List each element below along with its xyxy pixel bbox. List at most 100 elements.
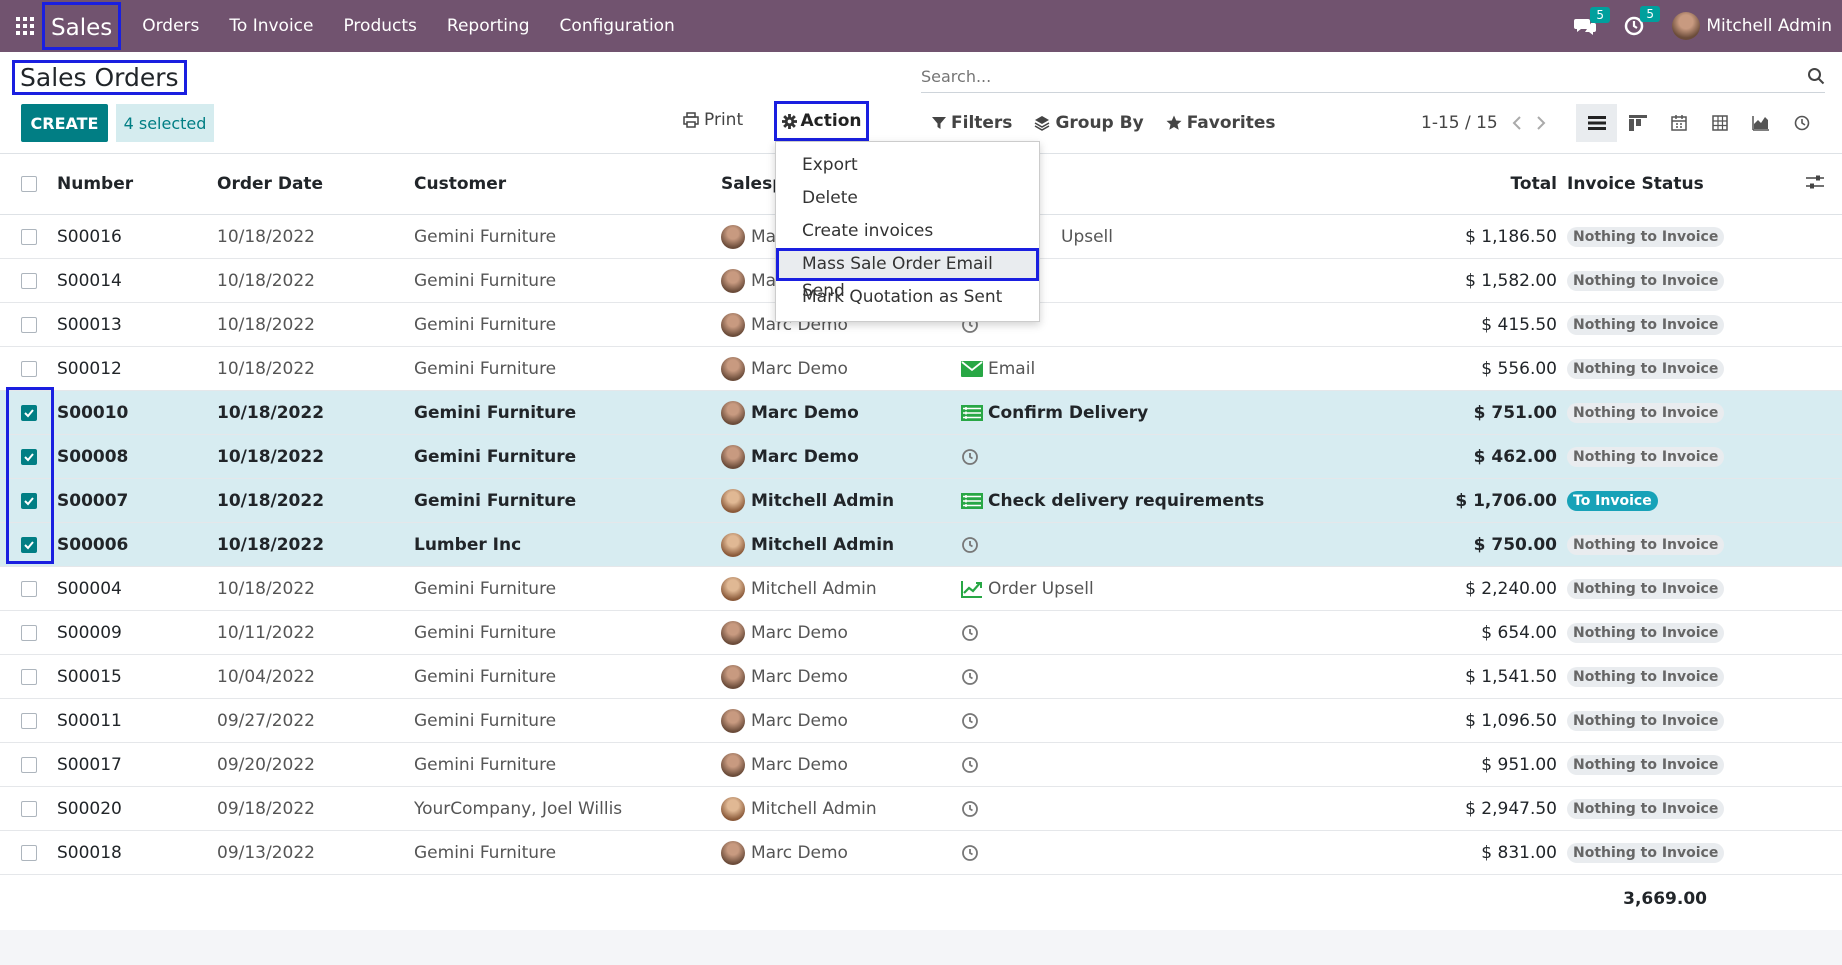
activities-button[interactable]: 5 (1624, 6, 1660, 36)
user-name[interactable]: Mitchell Admin (1706, 16, 1832, 36)
menu-to-invoice[interactable]: To Invoice (229, 16, 313, 36)
table-row[interactable]: S00020 09/18/2022 YourCompany, Joel Willis… (0, 787, 1842, 831)
clock-icon[interactable] (961, 756, 979, 774)
activity-view-icon[interactable] (1781, 104, 1822, 142)
salesperson-avatar (721, 356, 745, 381)
row-checkbox[interactable] (20, 800, 37, 817)
app-name[interactable]: Sales (42, 2, 122, 50)
table-row[interactable]: S00010 10/18/2022 Gemini Furniture Marc Dem… (0, 391, 1842, 435)
table-row[interactable]: S00004 10/18/2022 Gemini Furniture Mitchell… (0, 567, 1842, 611)
favorites-button[interactable]: Favorites (1166, 113, 1276, 133)
table-row[interactable]: S00017 09/20/2022 Gemini Furniture Marc Dem… (0, 743, 1842, 787)
menu-item-mark-sent[interactable]: Mark Quotation as Sent (776, 281, 1039, 314)
salesperson-name: Marc Demo (751, 358, 848, 379)
messages-button[interactable]: 5 (1574, 7, 1610, 35)
task-list-icon[interactable] (961, 404, 983, 421)
col-number[interactable]: Number (57, 174, 217, 194)
clock-icon[interactable] (961, 624, 979, 642)
view-switcher (1576, 104, 1822, 142)
task-list-icon[interactable] (961, 492, 983, 509)
row-checkbox[interactable] (20, 668, 37, 685)
layers-icon (1035, 116, 1050, 131)
customer-name: Gemini Furniture (414, 446, 577, 467)
user-avatar[interactable] (1672, 12, 1701, 40)
clock-icon[interactable] (961, 536, 979, 554)
table-row[interactable]: S00007 10/18/2022 Gemini Furniture Mitchell… (0, 479, 1842, 523)
salesperson-name: Marc Demo (751, 622, 848, 643)
envelope-icon[interactable] (961, 360, 983, 377)
salesperson-name: Marc Demo (751, 842, 848, 863)
table-row[interactable]: S00018 09/13/2022 Gemini Furniture Marc Dem… (0, 831, 1842, 875)
row-checkbox[interactable] (20, 316, 37, 333)
chevron-right-icon[interactable] (1536, 115, 1546, 131)
print-button[interactable]: Print (683, 110, 743, 130)
trend-chart-icon[interactable] (961, 580, 983, 598)
clock-icon[interactable] (961, 800, 979, 818)
menu-item-mass-email-send[interactable]: Mass Sale Order Email Send (776, 248, 1039, 301)
chevron-left-icon[interactable] (1512, 115, 1522, 131)
menu-orders[interactable]: Orders (142, 16, 199, 36)
col-customer[interactable]: Customer (414, 174, 721, 194)
order-total: $ 556.00 (1481, 358, 1557, 379)
row-checkbox[interactable] (20, 624, 37, 641)
activity-summary: Email (988, 358, 1036, 379)
optional-columns-icon[interactable] (1787, 174, 1842, 195)
row-checkbox[interactable] (20, 580, 37, 597)
clock-icon[interactable] (961, 844, 979, 862)
row-checkbox[interactable] (20, 844, 37, 861)
order-number: S00017 (57, 754, 122, 775)
col-invoice-status[interactable]: Invoice Status (1557, 174, 1787, 194)
customer-name: Gemini Furniture (414, 578, 557, 599)
pivot-view-icon[interactable] (1699, 104, 1740, 142)
order-number: S00020 (57, 798, 122, 819)
row-checkbox[interactable] (20, 360, 37, 377)
clock-icon[interactable] (961, 668, 979, 686)
filters-button[interactable]: Filters (932, 113, 1012, 133)
menu-item-export[interactable]: Export (776, 149, 1039, 182)
salesperson-avatar (721, 576, 745, 601)
pager-value[interactable]: 1-15 / 15 (1421, 113, 1498, 133)
page-title: Sales Orders (12, 60, 187, 95)
order-number: S00012 (57, 358, 122, 379)
order-date: 10/18/2022 (217, 578, 315, 599)
table-row[interactable]: S00011 09/27/2022 Gemini Furniture Marc Dem… (0, 699, 1842, 743)
graph-view-icon[interactable] (1740, 104, 1781, 142)
table-row[interactable]: S00015 10/04/2022 Gemini Furniture Marc Dem… (0, 655, 1842, 699)
row-checkbox[interactable] (20, 756, 37, 773)
col-order-date[interactable]: Order Date (217, 174, 414, 194)
search-input[interactable] (921, 66, 1771, 86)
salesperson-name: Marc Demo (751, 402, 859, 423)
selected-count[interactable]: 4 selected (116, 104, 214, 142)
create-button[interactable]: CREATE (21, 104, 108, 142)
kanban-view-icon[interactable] (1617, 104, 1658, 142)
action-button[interactable]: Action (774, 101, 869, 141)
menu-reporting[interactable]: Reporting (447, 16, 530, 36)
order-total: $ 415.50 (1481, 314, 1557, 335)
salesperson-avatar (721, 532, 745, 557)
order-number: S00011 (57, 710, 122, 731)
order-number: S00007 (57, 490, 129, 511)
groupby-button[interactable]: Group By (1034, 113, 1144, 133)
select-all-checkbox[interactable] (20, 176, 37, 192)
row-checkbox[interactable] (20, 712, 37, 729)
menu-configuration[interactable]: Configuration (560, 16, 675, 36)
table-row[interactable]: S00006 10/18/2022 Lumber Inc Mitchell Admin… (0, 523, 1842, 567)
calendar-view-icon[interactable] (1658, 104, 1699, 142)
row-checkbox[interactable] (20, 272, 37, 289)
row-checkbox[interactable] (20, 228, 37, 245)
clock-icon[interactable] (961, 448, 979, 466)
order-total: $ 750.00 (1473, 534, 1557, 555)
list-view-icon[interactable] (1576, 104, 1617, 142)
menu-item-create-invoices[interactable]: Create invoices (776, 215, 1039, 248)
table-row[interactable]: S00012 10/18/2022 Gemini Furniture Marc Dem… (0, 347, 1842, 391)
search-icon[interactable] (1807, 67, 1825, 85)
table-row[interactable]: S00009 10/11/2022 Gemini Furniture Marc Dem… (0, 611, 1842, 655)
table-row[interactable]: S00008 10/18/2022 Gemini Furniture Marc Dem… (0, 435, 1842, 479)
salesperson-name: Mitchell Admin (751, 534, 895, 555)
col-total[interactable]: Total (1411, 174, 1557, 194)
clock-icon[interactable] (961, 712, 979, 730)
order-number: S00006 (57, 534, 129, 555)
menu-products[interactable]: Products (343, 16, 416, 36)
sum-row: 3,669.00 (0, 872, 1842, 926)
menu-item-delete[interactable]: Delete (776, 182, 1039, 215)
